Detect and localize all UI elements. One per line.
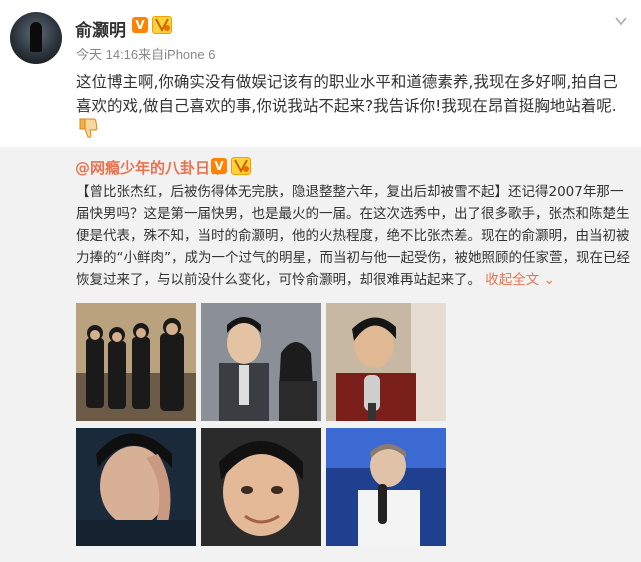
post-author[interactable]: 俞灏明 [75,16,126,41]
repost-text: 【曾比张杰红，后被伤得体无完肤，隐退整整六年，复出后却被雪不起】还记得2007年… [76,181,636,291]
repost-level-badge-icon [231,157,251,175]
thumbs-down-icon [76,116,100,140]
repost-card[interactable]: @网瘾少年的八卦日常 V 【曾比张杰红，后被伤得体无完肤，隐退整整六年，复出后却… [0,147,641,562]
weibo-post: 俞灏明 V 今天 14:16来自iPhone 6 这位博主啊,你确实没有做娱记该… [0,0,641,562]
verified-badge: V [132,17,148,33]
photo-suit-portrait[interactable] [201,303,321,421]
post-meta: 今天 14:16来自iPhone 6 [76,47,216,62]
chevron-down-icon[interactable] [612,12,630,30]
photo-scar-closeup[interactable] [76,428,196,546]
photo-stage-mic[interactable] [326,428,446,546]
photo-group-portrait[interactable] [76,303,196,421]
avatar[interactable] [10,12,62,64]
photo-face-closeup[interactable] [201,428,321,546]
repost-verified-badge: V [211,158,227,174]
post-text: 这位博主啊,你确实没有做娱记该有的职业水平和道德素养,我现在多好啊,拍自己喜欢的… [76,73,618,115]
collapse-text-link[interactable]: 收起全文 ⌄ [485,272,555,288]
repost-author-link[interactable]: @网瘾少年的八卦日常 [75,157,225,178]
level-badge-icon [152,16,172,34]
photo-interview-mic[interactable] [326,303,446,421]
